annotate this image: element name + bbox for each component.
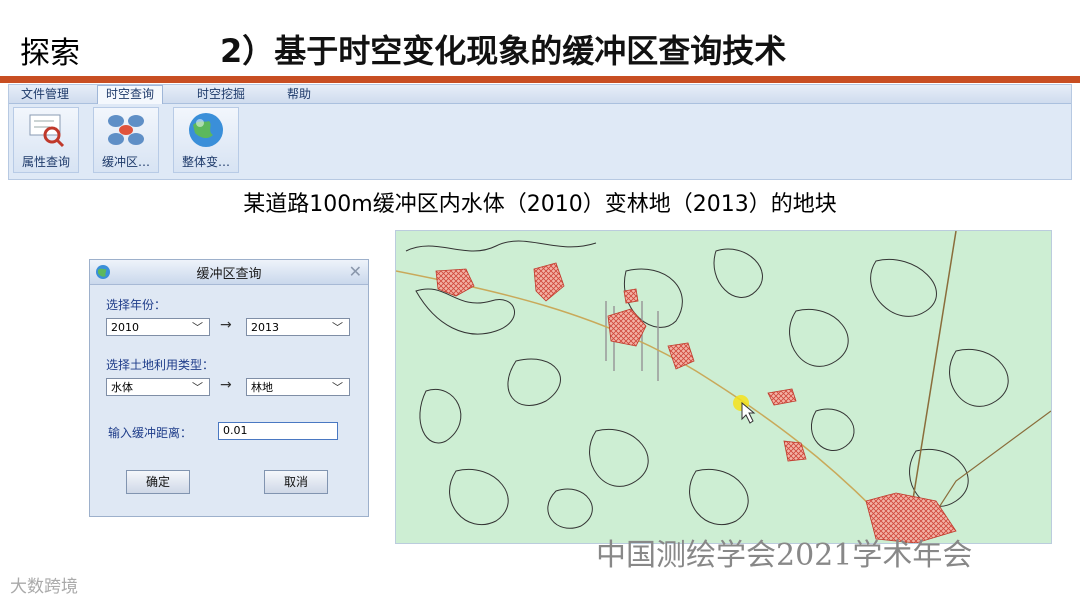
arrow-right-icon: → bbox=[220, 377, 232, 393]
globe-icon bbox=[189, 113, 223, 147]
arrow-right-icon: → bbox=[220, 317, 232, 333]
chevron-down-icon: ﹀ bbox=[192, 381, 203, 394]
ok-button[interactable]: 确定 bbox=[126, 470, 190, 494]
source-logo: 大数跨境 bbox=[10, 577, 78, 597]
land-use-map bbox=[395, 230, 1052, 544]
overall-change-button[interactable]: 整体变… bbox=[173, 107, 239, 173]
distance-input[interactable]: 0.01 bbox=[218, 422, 338, 440]
type-to-select[interactable]: 林地 ﹀ bbox=[246, 378, 350, 396]
tab-file-management[interactable]: 文件管理 bbox=[13, 86, 77, 102]
slide-title: 2）基于时空变化现象的缓冲区查询技术 bbox=[220, 32, 787, 70]
buffer-query-label: 缓冲区… bbox=[101, 155, 150, 169]
dialog-titlebar[interactable]: 缓冲区查询 ✕ bbox=[90, 260, 368, 285]
year-to-value: 2013 bbox=[251, 321, 279, 334]
chevron-down-icon: ﹀ bbox=[192, 321, 203, 334]
type-from-value: 水体 bbox=[111, 381, 133, 394]
map-view[interactable] bbox=[395, 230, 1052, 544]
year-from-select[interactable]: 2010 ﹀ bbox=[106, 318, 210, 336]
year-from-value: 2010 bbox=[111, 321, 139, 334]
header-divider bbox=[0, 76, 1080, 83]
cancel-button[interactable]: 取消 bbox=[264, 470, 328, 494]
year-label: 选择年份： bbox=[106, 298, 167, 312]
magnifier-icon bbox=[29, 114, 65, 148]
type-from-select[interactable]: 水体 ﹀ bbox=[106, 378, 210, 396]
tab-spatiotemporal-query[interactable]: 时空查询 bbox=[97, 85, 164, 104]
distance-label: 输入缓冲距离： bbox=[108, 426, 193, 440]
dialog-title: 缓冲区查询 bbox=[196, 267, 262, 282]
year-to-select[interactable]: 2013 ﹀ bbox=[246, 318, 350, 336]
attribute-query-button[interactable]: 属性查询 bbox=[13, 107, 79, 173]
chevron-down-icon: ﹀ bbox=[332, 321, 343, 334]
app-ribbon: 文件管理 时空查询 时空挖掘 帮助 属性查询 缓冲区… 整体变… bbox=[8, 84, 1072, 180]
buffer-query-button[interactable]: 缓冲区… bbox=[93, 107, 159, 173]
tab-help[interactable]: 帮助 bbox=[279, 86, 319, 102]
buffer-query-dialog: 缓冲区查询 ✕ 选择年份： 2010 ﹀ → 2013 ﹀ 选择土地利用类型： 水体… bbox=[89, 259, 369, 517]
land-type-label: 选择土地利用类型： bbox=[106, 358, 215, 372]
figure-caption: 某道路100m缓冲区内水体（2010）变林地（2013）的地块 bbox=[243, 192, 837, 217]
tab-spatiotemporal-mining[interactable]: 时空挖掘 bbox=[189, 86, 253, 102]
attribute-query-label: 属性查询 bbox=[21, 155, 70, 169]
section-label: 探索 bbox=[20, 36, 80, 71]
ribbon-tab-bar: 文件管理 时空查询 时空挖掘 帮助 bbox=[9, 85, 1071, 104]
close-icon[interactable]: ✕ bbox=[349, 262, 362, 281]
conference-watermark: 中国测绘学会2021学术年会 bbox=[596, 538, 973, 573]
chevron-down-icon: ﹀ bbox=[332, 381, 343, 394]
type-to-value: 林地 bbox=[251, 381, 273, 394]
overall-change-label: 整体变… bbox=[181, 155, 230, 169]
buffer-icon bbox=[108, 115, 144, 145]
